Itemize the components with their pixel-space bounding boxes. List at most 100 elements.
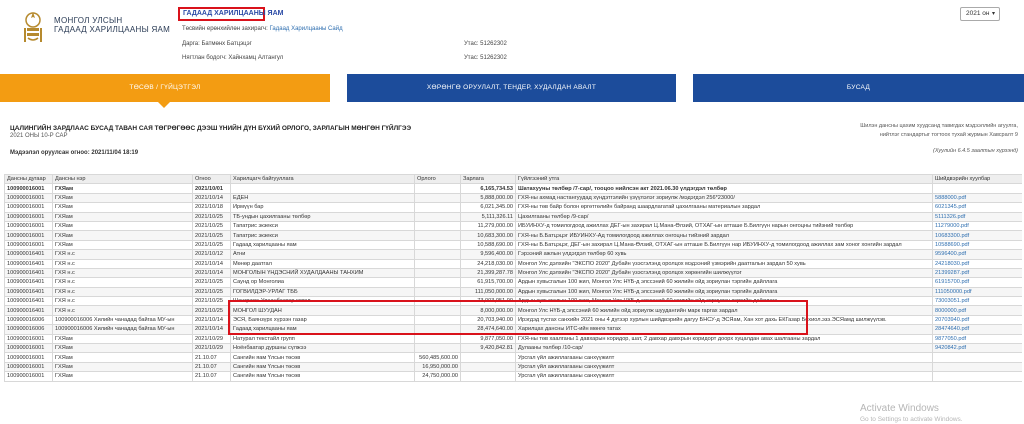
table-cell: 21.10.07	[192, 352, 231, 363]
column-header: Зарлага	[460, 174, 516, 185]
table-cell	[414, 296, 461, 307]
table-cell: 100900016001	[4, 239, 53, 251]
table-cell	[414, 333, 461, 345]
ministry-logo[interactable]: МОНГОЛ УЛСЫН ГАДААД ХАРИЛЦААНЫ ЯАМ	[18, 8, 188, 46]
table-cell	[460, 371, 516, 382]
table-cell: Гадаад харилцааны яам	[230, 324, 415, 335]
table-cell: Натурал текстайл групп	[230, 333, 415, 345]
table-row: 100900016401 ГХЯ н.с 2021/10/25 Шангрила-Ул…	[4, 296, 1022, 307]
table-cell: 9,596,400.00	[460, 249, 516, 260]
table-cell	[414, 324, 461, 335]
table-cell: ГХЯам	[52, 333, 193, 345]
decision-file-link[interactable]: 111050000.pdf	[932, 286, 1022, 298]
table-cell: 21.10.07	[192, 361, 231, 373]
report-updated-date: Мэдээлэл оруулсан огноо: 2021/11/04 18:1…	[10, 150, 139, 156]
decision-file-link[interactable]: 9596400.pdf	[932, 249, 1022, 260]
organization-name[interactable]: ГАДААД ХАРИЛЦААНЫ ЯАМ	[178, 7, 283, 21]
budget-holder-link[interactable]: Гадаад Харилцааны Сайд	[270, 26, 343, 32]
table-cell: 100900016006 Хилийн чанадад байгаа МУ-ын	[52, 314, 193, 326]
table-cell: Сангийн яам Үлсын төсөв	[230, 361, 415, 373]
table-row: 100900016401 ГХЯ н.с 2021/10/25 Саунд ор Мо…	[4, 277, 1022, 288]
chevron-down-icon: ▾	[991, 11, 995, 17]
table-cell: 20,703,940.00	[460, 314, 516, 326]
decision-file-link[interactable]: 5111326.pdf	[932, 211, 1022, 222]
table-cell	[230, 183, 415, 194]
table-cell: Сангийн яам Үлсын төсөв	[230, 352, 415, 363]
table-cell: ГХЯам	[52, 371, 193, 382]
table-cell: Шатахууны төлбөр /7-сар/, тооцоо нийлсэн…	[515, 183, 933, 194]
table-cell: Монгол Улс дэлхийн "ЭКСПО 2020" Дубайн ү…	[515, 258, 933, 269]
watermark-subtitle: Go to Settings to activate Windows.	[860, 416, 963, 423]
year-select[interactable]: 2021 он ▾	[960, 7, 1000, 21]
main-tabs: ТӨСӨВ / ГҮЙЦЭТГЭЛ ХӨРӨНГӨ ОРУУЛАЛТ, ТЕНД…	[0, 74, 1024, 108]
table-cell: 100900016001	[4, 361, 53, 373]
table-cell: 6,021,345.00	[460, 202, 516, 213]
table-cell: Ардын хувьсгалын 100 жил, Монгол Улс НҮБ…	[515, 286, 933, 298]
column-header: Харилцагч байгууллага	[230, 174, 415, 185]
table-row: 100900016001 ГХЯам 2021/10/29 Натурал текст…	[4, 333, 1022, 345]
table-cell: ТБ-ундын цахилгааны төлбөр	[230, 211, 415, 222]
table-cell: Харилцах дансны ИТС-ийн мөнгө татах	[515, 324, 933, 335]
table-row: 100900016001 ГХЯам 2021/10/29 Ноёнбаатар ду…	[4, 343, 1022, 354]
transactions-table-container[interactable]: Дансны дугаар Дансны нэр Огноо Харилцагч ба…	[4, 174, 1022, 424]
table-row: 100900016401 ГХЯ н.с 2021/10/25 ГОГВИЛДЭР-У…	[4, 286, 1022, 298]
table-cell: 2021/10/25	[192, 230, 231, 241]
accountant-name: Нягтлан бодогч: Хайнхамц Алтангул	[182, 55, 284, 61]
decision-file-link[interactable]: 6021345.pdf	[932, 202, 1022, 213]
table-cell: МОНГОЛЫН ҮНДЭСНИЙ ХУДАЛДААНЫ ТАНХИМ	[230, 267, 415, 279]
regulation-note-clause: (Хуулийн 6.4.5 заалтын хүрээнд)	[933, 148, 1018, 154]
table-cell: 100900016401	[4, 305, 53, 316]
table-cell: 2021/10/25	[192, 239, 231, 251]
table-cell: Дулааны төлбөр /10-сар/	[515, 343, 933, 354]
decision-file-link[interactable]: 9877050.pdf	[932, 333, 1022, 345]
table-cell: 2021/10/25	[192, 305, 231, 316]
table-row: 100900016006 100900016006 Хилийн чанадад …	[4, 324, 1022, 335]
table-cell: 24,218,030.00	[460, 258, 516, 269]
decision-file-link[interactable]: 61915700.pdf	[932, 277, 1022, 288]
table-row: 100900016401 ГХЯ н.с 2021/10/14 Мөнөр даатг…	[4, 258, 1022, 269]
table-cell: ГХЯам	[52, 211, 193, 222]
decision-file-link[interactable]: 8000000.pdf	[932, 305, 1022, 316]
soyombo-emblem-icon	[24, 12, 42, 42]
table-cell: Шангрила-Улаанбаатар хотел	[230, 296, 415, 307]
decision-file-link[interactable]: 21399287.pdf	[932, 267, 1022, 279]
table-cell: 100900016006	[4, 324, 53, 335]
regulation-note-line-2: нийтлэг стандартыг тогтоох тухай журмын …	[879, 132, 1018, 138]
table-cell	[414, 202, 461, 213]
decision-file-link[interactable]: 24218030.pdf	[932, 258, 1022, 269]
decision-file-link[interactable]: 5888000.pdf	[932, 192, 1022, 204]
table-cell: ГХЯ-ны төв хаалганы 1 давхарын коридор, …	[515, 333, 933, 345]
logo-line-2: ГАДААД ХАРИЛЦААНЫ ЯАМ	[54, 25, 171, 34]
decision-file-link[interactable]: 10588690.pdf	[932, 239, 1022, 251]
decision-file-link[interactable]: 11279000.pdf	[932, 220, 1022, 232]
table-row: 100900016001 ГХЯам 2021/10/25 Тапатрис экзе…	[4, 230, 1022, 241]
table-cell	[414, 211, 461, 222]
table-cell	[414, 267, 461, 279]
table-cell: 8,000,000.00	[460, 305, 516, 316]
table-cell: Тапатрис экзекси	[230, 220, 415, 232]
table-cell: 21.10.07	[192, 371, 231, 382]
decision-file-link[interactable]: 10683300.pdf	[932, 230, 1022, 241]
table-cell: 16,950,000.00	[414, 361, 461, 373]
tab-other[interactable]: БУСАД	[693, 74, 1024, 102]
tab-budget[interactable]: ТӨСӨВ / ГҮЙЦЭТГЭЛ	[0, 74, 330, 108]
table-cell: 100900016001	[4, 220, 53, 232]
table-cell: 2021/10/25	[192, 220, 231, 232]
decision-file-link[interactable]: 9420842.pdf	[932, 343, 1022, 354]
table-cell: 100900016001	[4, 202, 53, 213]
table-cell: 100900016401	[4, 249, 53, 260]
decision-file-link[interactable]: 28474640.pdf	[932, 324, 1022, 335]
decision-file-link[interactable]: 73003051.pdf	[932, 296, 1022, 307]
table-cell	[414, 314, 461, 326]
table-cell: 100900016401	[4, 296, 53, 307]
table-cell: 100900016001	[4, 343, 53, 354]
table-cell	[414, 258, 461, 269]
tab-investment-tender[interactable]: ХӨРӨНГӨ ОРУУЛАЛТ, ТЕНДЕР, ХУДАЛДАН АВАЛТ	[347, 74, 676, 102]
table-cell: ГХЯам	[52, 202, 193, 213]
watermark-title: Activate Windows	[860, 403, 939, 414]
table-cell: 61,915,700.00	[460, 277, 516, 288]
table-row: 100900016001 ГХЯам 21.10.07 Сангийн яам Үлс…	[4, 352, 1022, 363]
table-cell: ГХЯ н.с	[52, 305, 193, 316]
decision-file-link[interactable]: 20703940.pdf	[932, 314, 1022, 326]
table-cell: МОНГОЛ ШУУДАН	[230, 305, 415, 316]
